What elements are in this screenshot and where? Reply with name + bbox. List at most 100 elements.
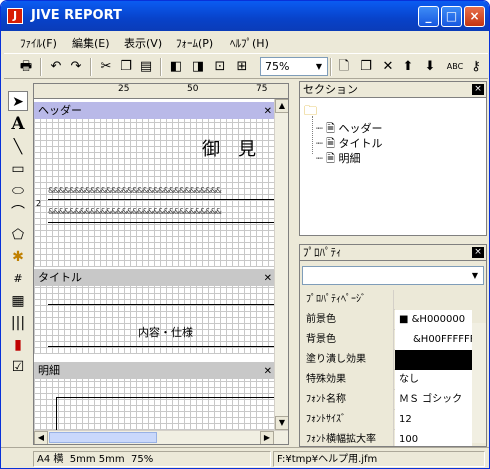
menu-help[interactable]: ﾍﾙﾌﾟ(H) [230,35,269,51]
spellcheck-icon[interactable]: ABC [444,57,466,77]
arrow-down-icon[interactable]: ⬇ [420,57,440,77]
barcode-tool-icon[interactable]: ||| [8,313,28,333]
ruler-tick: 75 [256,84,268,94]
ungroup-icon[interactable]: ⊞ [232,57,252,77]
group-icon[interactable]: ⊡ [210,57,230,77]
band-close-icon[interactable]: ✕ [264,103,272,120]
text-tool-icon[interactable]: A [8,114,28,134]
close-icon[interactable]: × [472,84,484,95]
band-close-icon[interactable]: ✕ [264,363,272,380]
property-scrollbar[interactable] [472,323,486,443]
band-detail-bar[interactable]: 明細 ✕ [34,362,274,379]
property-panel-header: ﾌﾟﾛﾊﾟﾃｨ × [300,245,486,261]
paste-icon[interactable]: ▤ [136,57,156,77]
band-header-bar[interactable]: ヘッダー ✕ [34,102,274,119]
property-row[interactable]: ﾌｫﾝﾄ横幅拡大率 100 [302,430,472,446]
status-page-info: A4 横 5mm 5mm 75% [33,451,271,467]
key-icon[interactable]: ⚷ [466,57,486,77]
line-tool-icon[interactable]: ╲ [8,137,28,157]
copy-icon[interactable]: ❐ [116,57,136,77]
header-title-text[interactable]: 御 見 [202,135,256,161]
chevron-down-icon[interactable]: ▼ [468,268,482,283]
object-select[interactable]: ▼ [302,266,484,285]
chevron-down-icon[interactable]: ▼ [312,59,326,74]
tool-palette: ➤ A ╲ ▭ ⬭ ⌒ ⬠ ✱ # ▦ ||| ▮ ☑ [4,89,31,379]
property-value[interactable] [395,350,472,370]
property-grid: ﾌﾟﾛﾊﾟﾃｨﾍﾟｰｼﾞ 前景色 ■ &H000000 背景色 &H00FFFFFF… [302,290,472,446]
close-button[interactable]: × [464,6,485,27]
property-row[interactable]: 塗り潰し効果 [302,350,472,370]
tree-node-detail[interactable]: ┈ 🗎 明細 [316,150,360,169]
band-header-area[interactable]: 御 見 &&&&&&&&&&&&&&&&&&&&&&&&&&&&&&&&& 2 … [34,119,274,267]
band-title-bar[interactable]: タイトル ✕ [34,269,274,286]
band-label: 明細 [38,364,60,377]
menu-file[interactable]: ﾌｧｲﾙ(F) [20,35,57,51]
property-row[interactable]: ﾌｫﾝﾄｻｲｽﾞ 12 [302,410,472,430]
menu-form[interactable]: ﾌｫｰﾑ(P) [176,35,213,51]
section-panel-title: セクション [303,83,358,96]
copy-page-icon[interactable]: ❐ [356,57,376,77]
number-tool-icon[interactable]: # [8,269,28,289]
zoom-value: 75% [265,60,290,73]
title-line[interactable] [48,304,274,305]
print-icon[interactable]: 🖶 [16,57,36,77]
ellipse-tool-icon[interactable]: ⬭ [8,181,28,201]
property-row[interactable]: ﾌｫﾝﾄ名称 ＭＳ ゴシック [302,390,472,410]
scroll-thumb[interactable] [49,432,157,443]
band-title-area[interactable]: 内容・仕様 [34,286,274,354]
title-bar[interactable]: J JIVE REPORT _ □ × [1,1,489,31]
field-tool-icon[interactable]: ✱ [8,247,28,267]
scroll-up-icon[interactable]: ▲ [275,99,288,113]
new-page-icon[interactable]: 🗋 [334,57,354,77]
delete-icon[interactable]: ✕ [378,57,398,77]
arrow-up-icon[interactable]: ⬆ [398,57,418,77]
property-key: 背景色 [302,330,394,350]
header-line[interactable] [48,222,274,223]
horizontal-scrollbar[interactable]: ◀ ▶ [34,430,288,444]
title-line[interactable] [48,346,274,347]
property-value[interactable]: &H00FFFFFF [395,330,472,350]
menu-edit[interactable]: 編集(E) [72,35,110,51]
wave-row[interactable]: &&&&&&&&&&&&&&&&&&&&&&&&&&&&&&&&& [48,207,222,216]
polygon-tool-icon[interactable]: ⬠ [8,225,28,245]
scroll-right-icon[interactable]: ▶ [260,431,274,444]
pointer-icon[interactable]: ➤ [8,91,28,111]
property-value[interactable]: 100 [395,430,472,446]
property-row[interactable]: 特殊効果 なし [302,370,472,390]
scroll-down-icon[interactable]: ▼ [275,416,288,430]
redo-icon[interactable]: ↷ [66,57,86,77]
property-row[interactable]: 背景色 &H00FFFFFF [302,330,472,350]
close-icon[interactable]: × [472,247,484,258]
chart-tool-icon[interactable]: ▮ [8,335,28,355]
property-value[interactable] [395,290,472,310]
property-value[interactable]: ＭＳ ゴシック [395,390,472,410]
row-number: 2 [36,199,42,208]
ruler-tick: 25 [118,84,130,94]
property-value[interactable]: ■ &H000000 [395,310,472,330]
design-canvas[interactable]: 25 50 75 ヘッダー ✕ 御 見 &&&&&&&&&&&&&&&&&&&&&… [33,83,289,445]
app-icon[interactable]: J [7,8,23,24]
property-value[interactable]: 12 [395,410,472,430]
wave-row[interactable]: &&&&&&&&&&&&&&&&&&&&&&&&&&&&&&&&& [48,186,222,195]
property-value[interactable]: なし [395,370,472,390]
band-detail-area[interactable] [34,379,274,437]
property-row[interactable]: 前景色 ■ &H000000 [302,310,472,330]
header-line[interactable] [48,199,274,200]
arc-tool-icon[interactable]: ⌒ [8,203,28,223]
property-row[interactable]: ﾌﾟﾛﾊﾟﾃｨﾍﾟｰｼﾞ [302,290,472,310]
checkbox-tool-icon[interactable]: ☑ [8,357,28,377]
scroll-left-icon[interactable]: ◀ [34,431,48,444]
minimize-button[interactable]: _ [418,6,439,27]
rectangle-tool-icon[interactable]: ▭ [8,159,28,179]
band-close-icon[interactable]: ✕ [264,270,272,287]
maximize-button[interactable]: □ [441,6,462,27]
title-text[interactable]: 内容・仕様 [138,324,193,340]
bring-front-icon[interactable]: ◧ [166,57,186,77]
zoom-select[interactable]: 75% ▼ [260,57,328,76]
cut-icon[interactable]: ✂ [96,57,116,77]
send-back-icon[interactable]: ◨ [188,57,208,77]
undo-icon[interactable]: ↶ [46,57,66,77]
vertical-scrollbar[interactable]: ▲ ▼ [274,99,288,430]
menu-view[interactable]: 表示(V) [124,35,162,51]
table-tool-icon[interactable]: ▦ [8,291,28,311]
